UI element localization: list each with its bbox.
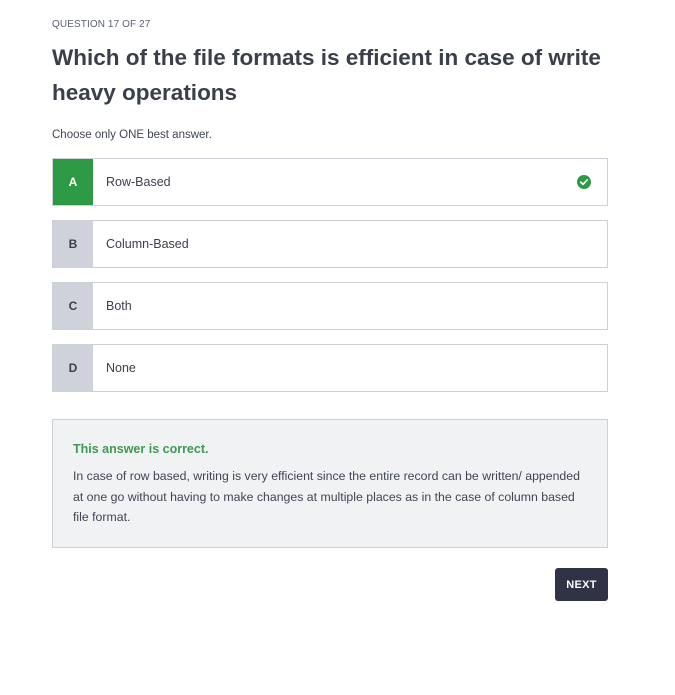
answer-options: A Row-Based B Column-Based C Both D None [52, 158, 608, 406]
option-c[interactable]: C Both [52, 282, 608, 330]
answer-feedback: This answer is correct. In case of row b… [52, 419, 608, 548]
option-label: Column-Based [106, 237, 189, 251]
next-button[interactable]: NEXT [555, 568, 608, 601]
feedback-title: This answer is correct. [73, 442, 209, 456]
option-letter: B [53, 221, 93, 267]
check-circle-icon [577, 175, 591, 189]
question-title: Which of the file formats is efficient i… [52, 45, 601, 105]
option-label: Row-Based [106, 175, 171, 189]
quiz-page: QUESTION 17 OF 27 Which of the file form… [0, 0, 675, 695]
option-d[interactable]: D None [52, 344, 608, 392]
option-letter: C [53, 283, 93, 329]
option-letter: D [53, 345, 93, 391]
option-a[interactable]: A Row-Based [52, 158, 608, 206]
option-b[interactable]: B Column-Based [52, 220, 608, 268]
feedback-explanation: In case of row based, writing is very ef… [73, 469, 580, 524]
answer-instruction: Choose only ONE best answer. [52, 129, 212, 141]
question-counter: QUESTION 17 OF 27 [52, 19, 151, 30]
option-label: None [106, 361, 136, 375]
option-letter: A [53, 159, 93, 205]
option-label: Both [106, 299, 132, 313]
